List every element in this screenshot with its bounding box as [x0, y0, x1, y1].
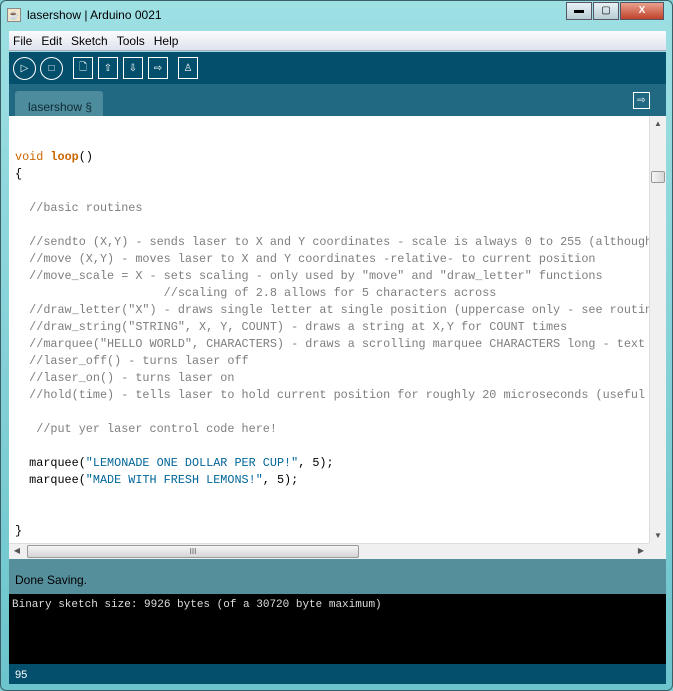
code-line: //draw_string("STRING", X, Y, COUNT) - d…: [15, 319, 649, 336]
serial-monitor-button[interactable]: ♙: [178, 57, 198, 79]
tab-lasershow[interactable]: lasershow §: [15, 91, 103, 116]
minimize-button[interactable]: ▬: [566, 2, 592, 20]
code-line: void loop(): [15, 149, 649, 166]
code-line: //laser_off() - turns laser off: [15, 353, 649, 370]
code-line: //move_scale = X - sets scaling - only u…: [15, 268, 649, 285]
java-app-icon: ☕: [7, 8, 21, 22]
code-line: //laser_on() - turns laser on: [15, 370, 649, 387]
code-line: //marquee("HELLO WORLD", CHARACTERS) - d…: [15, 336, 649, 353]
code-comment: //scaling of 2.8 allows for 5 characters…: [15, 286, 497, 300]
menu-file[interactable]: File: [9, 34, 37, 48]
menu-sketch[interactable]: Sketch: [67, 34, 113, 48]
code-line: //scaling of 2.8 allows for 5 characters…: [15, 285, 649, 302]
vertical-scrollbar[interactable]: ▲ ▼: [649, 116, 666, 543]
toolbar: ▷ □ 🗋 ⇧ ⇩ ⇨ ♙: [9, 52, 666, 84]
title-bar: ☕ lasershow | Arduino 0021: [7, 5, 162, 25]
code-token: marquee(: [15, 473, 86, 487]
code-comment: //move_scale = X - sets scaling - only u…: [15, 269, 603, 283]
code-keyword: void: [15, 150, 44, 164]
code-string: "LEMONADE ONE DOLLAR PER CUP!": [85, 456, 299, 470]
code-line: //sendto (X,Y) - sends laser to X and Y …: [15, 234, 649, 251]
code-string: "MADE WITH FRESH LEMONS!": [85, 473, 263, 487]
code-comment: //sendto (X,Y) - sends laser to X and Y …: [15, 235, 649, 249]
arduino-window: ☕ lasershow | Arduino 0021 ▬ ▢ X File Ed…: [0, 0, 673, 691]
code-comment: //basic routines: [15, 201, 143, 215]
menu-bar: File Edit Sketch Tools Help: [9, 31, 666, 51]
code-comment: //marquee("HELLO WORLD", CHARACTERS) - d…: [15, 337, 649, 351]
line-number-indicator: 95: [9, 664, 666, 684]
code-line: marquee("LEMONADE ONE DOLLAR PER CUP!", …: [15, 455, 649, 472]
upload-button[interactable]: ⇨: [148, 57, 168, 79]
status-bar: Done Saving.: [9, 559, 666, 594]
code-keyword: loop: [50, 150, 79, 164]
code-line: {: [15, 166, 649, 183]
tab-bar: lasershow § ⇨: [9, 84, 666, 116]
open-button[interactable]: ⇧: [98, 57, 118, 79]
code-token: (): [78, 150, 93, 164]
code-token: marquee(: [15, 456, 86, 470]
tab-menu-arrow-icon[interactable]: ⇨: [633, 92, 650, 109]
maximize-button[interactable]: ▢: [593, 2, 619, 20]
code-line: //basic routines: [15, 200, 649, 217]
window-title: lasershow | Arduino 0021: [27, 8, 162, 22]
code-comment: //laser_on() - turns laser on: [15, 371, 235, 385]
save-button[interactable]: ⇩: [123, 57, 143, 79]
new-button[interactable]: 🗋: [73, 57, 93, 79]
code-line: marquee("MADE WITH FRESH LEMONS!", 5);: [15, 472, 649, 489]
code-editor[interactable]: void loop(){ //basic routines //sendto (…: [9, 116, 649, 543]
scroll-right-icon[interactable]: ▶: [633, 546, 649, 555]
code-line: }: [15, 523, 649, 540]
close-button[interactable]: X: [620, 2, 664, 20]
code-line: //move (X,Y) - moves laser to X and Y co…: [15, 251, 649, 268]
stop-button[interactable]: □: [40, 56, 63, 80]
horizontal-scroll-thumb[interactable]: III: [27, 545, 359, 558]
code-token: {: [15, 167, 23, 181]
code-token: }: [15, 524, 23, 538]
code-comment: //put yer laser control code here!: [15, 422, 277, 436]
code-comment: //hold(time) - tells laser to hold curre…: [15, 388, 649, 402]
menu-tools[interactable]: Tools: [113, 34, 150, 48]
vertical-scroll-thumb[interactable]: [651, 171, 665, 183]
scroll-left-icon[interactable]: ◀: [9, 546, 25, 555]
code-token: , 5);: [298, 456, 334, 470]
code-comment: //move (X,Y) - moves laser to X and Y co…: [15, 252, 596, 266]
verify-button[interactable]: ▷: [13, 56, 36, 80]
code-comment: //draw_letter("X") - draws single letter…: [15, 303, 649, 317]
code-comment: //laser_off() - turns laser off: [15, 354, 249, 368]
code-line: //hold(time) - tells laser to hold curre…: [15, 387, 649, 404]
code-token: , 5);: [262, 473, 299, 487]
menu-help[interactable]: Help: [150, 34, 184, 48]
console-output: Binary sketch size: 9926 bytes (of a 307…: [9, 594, 666, 664]
code-line: //put yer laser control code here!: [15, 421, 649, 438]
scrollbar-corner: [649, 543, 666, 559]
menu-edit[interactable]: Edit: [37, 34, 67, 48]
horizontal-scrollbar[interactable]: ◀ III ▶: [9, 543, 649, 559]
code-line: //draw_letter("X") - draws single letter…: [15, 302, 649, 319]
scroll-up-icon[interactable]: ▲: [650, 119, 666, 128]
scroll-down-icon[interactable]: ▼: [650, 531, 666, 540]
code-comment: //draw_string("STRING", X, Y, COUNT) - d…: [15, 320, 568, 334]
